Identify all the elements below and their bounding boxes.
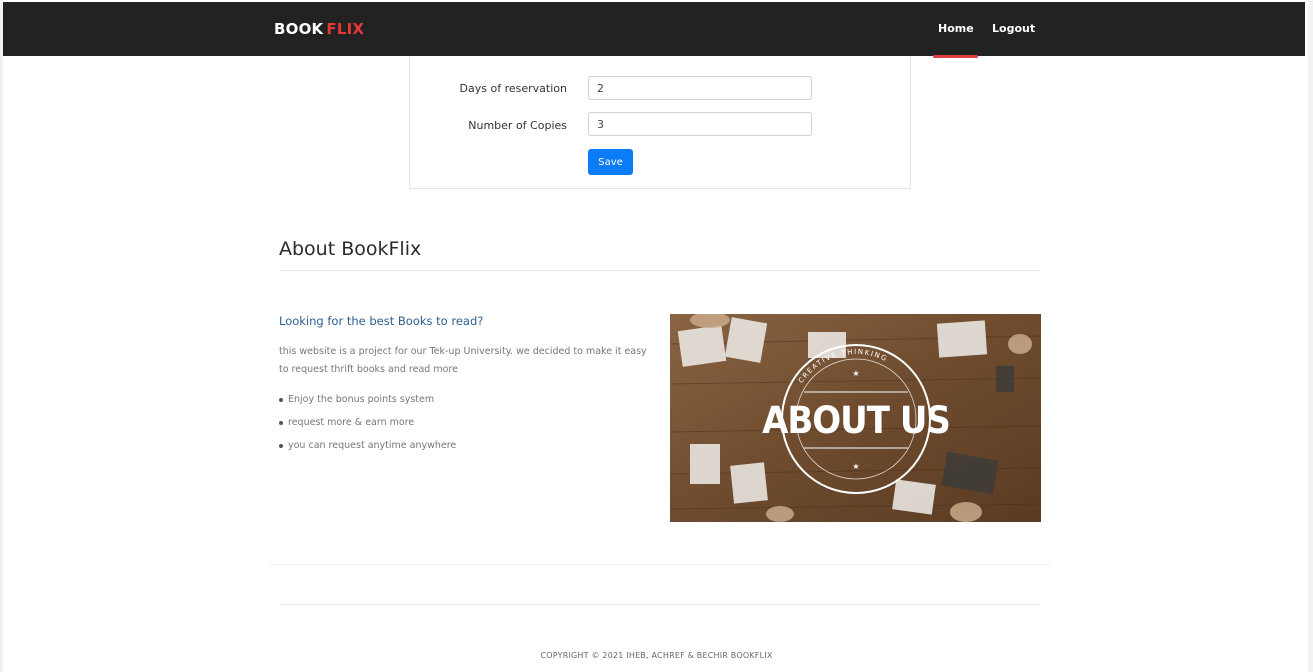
days-of-reservation-input[interactable] xyxy=(588,76,812,100)
reservation-form-card: Days of reservation Number of Copies Sav… xyxy=(409,56,911,189)
nav-active-indicator xyxy=(933,55,978,58)
navbar: BOOK FLIX Home Logout xyxy=(3,2,1305,58)
svg-text:★: ★ xyxy=(852,462,859,471)
about-title: About BookFlix xyxy=(279,238,422,260)
nav-home-link[interactable]: Home xyxy=(938,22,974,35)
brand-logo[interactable]: BOOK FLIX xyxy=(274,20,364,38)
number-of-copies-label: Number of Copies xyxy=(468,119,567,132)
number-of-copies-input[interactable] xyxy=(588,112,812,136)
about-description: this website is a project for our Tek-up… xyxy=(279,346,647,375)
nav-logout-link[interactable]: Logout xyxy=(992,22,1035,35)
feature-item: request more & earn more xyxy=(279,415,456,438)
brand-text-book: BOOK xyxy=(274,20,324,38)
window-right-edge xyxy=(1308,0,1313,672)
about-us-image-text: ABOUT US xyxy=(762,399,950,442)
days-of-reservation-label: Days of reservation xyxy=(459,82,567,95)
footer-divider xyxy=(279,604,1040,605)
save-button[interactable]: Save xyxy=(588,149,633,175)
footer-copyright: COPYRIGHT © 2021 IHEB, ACHREF & BECHIR B… xyxy=(540,651,773,660)
about-subtitle: Looking for the best Books to read? xyxy=(279,314,484,328)
svg-text:★: ★ xyxy=(852,369,859,378)
feature-item: you can request anytime anywhere xyxy=(279,438,456,461)
section-divider xyxy=(270,564,1050,565)
feature-item: Enjoy the bonus points system xyxy=(279,392,456,415)
about-divider xyxy=(279,270,1040,271)
about-us-image: CREATIVE THINKING ★ ★ ABOUT US xyxy=(670,314,1041,522)
feature-list: Enjoy the bonus points system request mo… xyxy=(279,392,456,461)
brand-text-flix: FLIX xyxy=(326,20,365,38)
window-left-edge xyxy=(0,0,3,672)
